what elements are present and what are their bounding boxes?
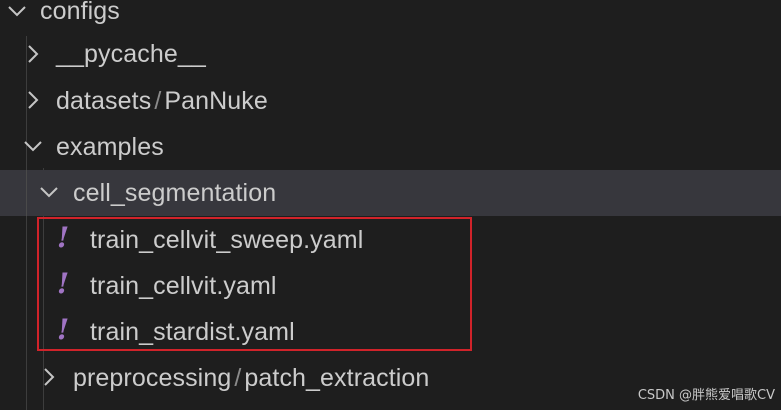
- tree-item-label: cell_segmentation: [73, 179, 277, 207]
- chevron-right-icon: [38, 366, 60, 388]
- tree-item-label: datasets / PanNuke: [56, 86, 268, 116]
- tree-item-label: preprocessing / patch_extraction: [73, 363, 429, 393]
- tree-item-label: configs: [40, 0, 120, 25]
- file-explorer-tree: configs __pycache__ datasets / PanNuke exa…: [0, 0, 781, 410]
- chevron-right-icon: [22, 43, 44, 65]
- chevron-down-icon: [38, 181, 60, 203]
- tree-item-cell-segmentation[interactable]: cell_segmentation: [0, 170, 781, 216]
- tree-item-pycache[interactable]: __pycache__: [0, 32, 781, 78]
- folder-name-parent: datasets: [56, 87, 152, 115]
- tree-item-examples[interactable]: examples: [0, 124, 781, 170]
- folder-name-child: PanNuke: [164, 87, 268, 115]
- indent-guide: [26, 170, 27, 216]
- path-separator: /: [154, 87, 162, 115]
- chevron-down-icon: [22, 135, 44, 157]
- tree-item-configs[interactable]: configs: [0, 0, 781, 34]
- chevron-down-icon: [6, 0, 28, 22]
- tree-item-label: __pycache__: [56, 40, 206, 68]
- watermark-text: CSDN @胖熊爱唱歌CV: [637, 388, 775, 403]
- folder-name-child: patch_extraction: [244, 364, 430, 392]
- annotation-highlight-box: [37, 217, 472, 351]
- tree-item-datasets[interactable]: datasets / PanNuke: [0, 78, 781, 124]
- tree-item-label: examples: [56, 133, 164, 161]
- folder-name-parent: preprocessing: [73, 364, 232, 392]
- chevron-right-icon: [22, 89, 44, 111]
- path-separator: /: [234, 364, 242, 392]
